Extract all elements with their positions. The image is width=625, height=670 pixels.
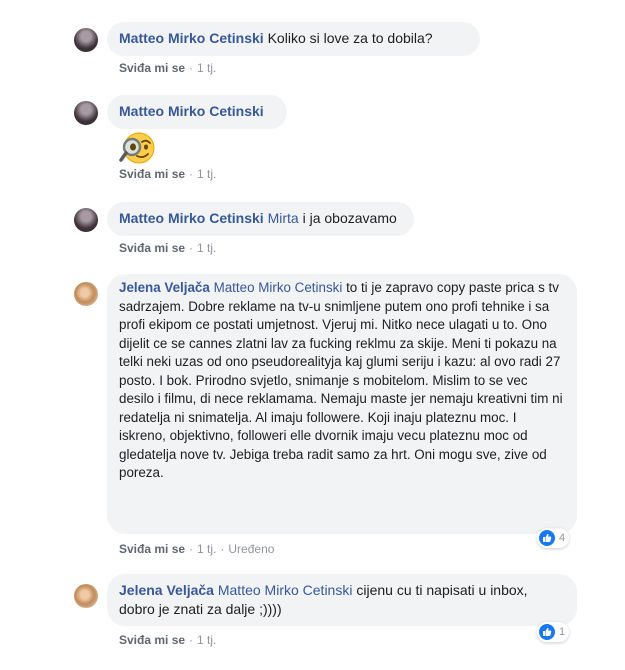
comment-actions: Sviđa mi se · 1 tj. · Uređeno (119, 542, 275, 556)
comment-actions: Sviđa mi se · 1 tj. (119, 241, 217, 255)
comment-bubble: Jelena Veljača Matteo Mirko Cetinski to … (107, 274, 577, 534)
avatar[interactable] (74, 584, 98, 608)
like-link[interactable]: Sviđa mi se (119, 542, 185, 556)
like-link[interactable]: Sviđa mi se (119, 167, 185, 181)
comment-author[interactable]: Jelena Veljača (119, 582, 214, 598)
timestamp[interactable]: 1 tj. (197, 241, 216, 255)
thumbs-up-icon (539, 530, 555, 546)
like-link[interactable]: Sviđa mi se (119, 633, 185, 647)
like-link[interactable]: Sviđa mi se (119, 61, 185, 75)
reaction-count[interactable]: 4 (537, 528, 570, 548)
avatar[interactable] (74, 282, 98, 306)
avatar[interactable] (74, 101, 98, 125)
comment-actions: Sviđa mi se · 1 tj. (119, 633, 217, 647)
comment-bubble: Matteo Mirko Cetinski Koliko si love za … (107, 22, 480, 56)
mention-link[interactable]: Matteo Mirko Cetinski (214, 280, 343, 295)
comment-text: Koliko si love za to dobila? (267, 30, 433, 46)
avatar[interactable] (74, 28, 98, 52)
timestamp[interactable]: 1 tj. (197, 167, 216, 181)
edited-label[interactable]: Uređeno (228, 542, 274, 556)
thumbs-up-icon (539, 624, 555, 640)
timestamp[interactable]: 1 tj. (197, 633, 216, 647)
comment-author[interactable]: Matteo Mirko Cetinski (119, 30, 264, 46)
comment-text: i ja obozavamo (302, 210, 397, 226)
comment-actions: Sviđa mi se · 1 tj. (119, 61, 217, 75)
comment-actions: Sviđa mi se · 1 tj. (119, 167, 217, 181)
comment-text: to ti je zapravo copy paste prica s tv s… (119, 280, 563, 480)
timestamp[interactable]: 1 tj. (197, 61, 216, 75)
magnifying-glass-face-icon (119, 132, 155, 164)
mention-link[interactable]: Matteo Mirko Cetinski (218, 582, 353, 598)
mention-link[interactable]: Mirta (268, 210, 299, 226)
comment-author[interactable]: Matteo Mirko Cetinski (119, 210, 264, 226)
comment-bubble: Matteo Mirko Cetinski Mirta i ja obozava… (107, 202, 414, 236)
avatar[interactable] (74, 208, 98, 232)
reaction-count[interactable]: 1 (537, 622, 570, 642)
comment-bubble: Jelena Veljača Matteo Mirko Cetinski cij… (107, 574, 577, 626)
like-link[interactable]: Sviđa mi se (119, 241, 185, 255)
comment-author[interactable]: Matteo Mirko Cetinski (119, 103, 264, 119)
comment-author[interactable]: Jelena Veljača (119, 280, 210, 295)
comment-bubble: Matteo Mirko Cetinski (107, 95, 287, 129)
timestamp[interactable]: 1 tj. (197, 542, 216, 556)
